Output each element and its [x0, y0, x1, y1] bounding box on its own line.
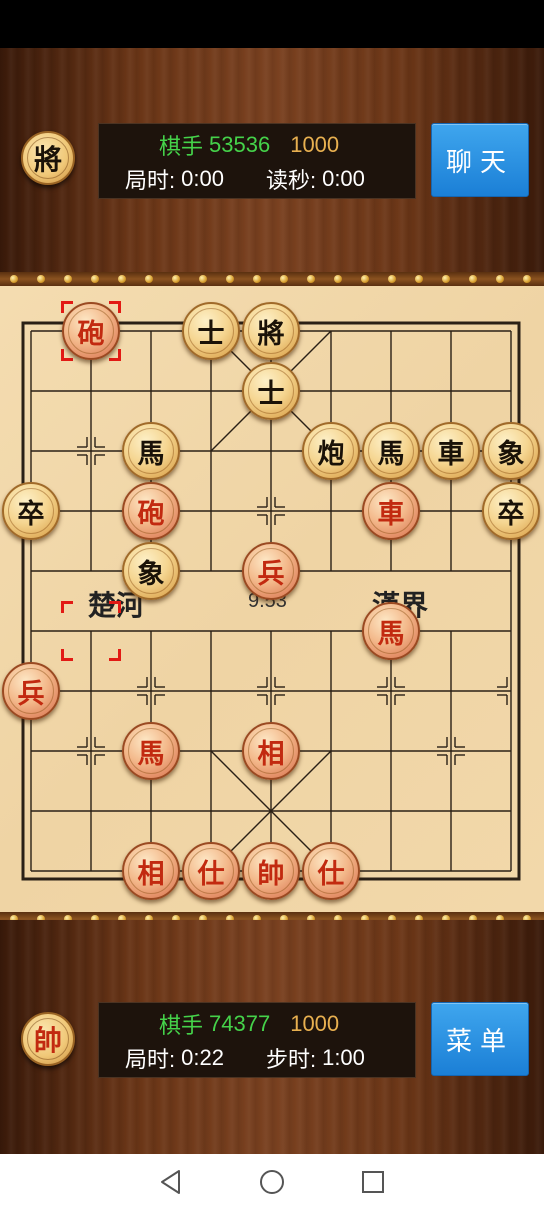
bottom-step-label: 步时:: [265, 1047, 317, 1072]
bottom-step-time: 1:00: [322, 1045, 365, 1070]
rail-stud: [91, 275, 99, 283]
bottom-game-time: 0:22: [181, 1045, 224, 1070]
rail-stud: [226, 275, 234, 283]
rail-stud: [172, 275, 180, 283]
piece-black[interactable]: 炮: [302, 422, 360, 480]
rail-stud: [496, 275, 504, 283]
bottom-player-name-label: 棋手: [159, 1013, 204, 1038]
rail-stud: [388, 275, 396, 283]
board-rail-top: [0, 272, 544, 286]
rail-stud: [118, 275, 126, 283]
piece-black[interactable]: 將: [242, 302, 300, 360]
top-player-panel: 將 棋手 53536 1000 局时: 0:00 读秒: 0:00 聊天: [0, 48, 544, 276]
rail-stud: [10, 275, 18, 283]
piece-red[interactable]: 仕: [302, 842, 360, 900]
top-player-name-row: 棋手 53536 1000: [99, 130, 415, 160]
top-second-time: 0:00: [322, 166, 365, 191]
rail-stud: [253, 275, 261, 283]
rail-stud: [145, 275, 153, 283]
piece-red[interactable]: 車: [362, 482, 420, 540]
piece-red[interactable]: 帥: [242, 842, 300, 900]
piece-red[interactable]: 馬: [122, 722, 180, 780]
bottom-game-time-label: 局时:: [125, 1047, 176, 1072]
piece-red[interactable]: 兵: [2, 662, 60, 720]
rail-stud: [442, 275, 450, 283]
piece-red[interactable]: 仕: [182, 842, 240, 900]
piece-black[interactable]: 象: [482, 422, 540, 480]
piece-red[interactable]: 馬: [362, 602, 420, 660]
piece-black[interactable]: 卒: [482, 482, 540, 540]
piece-black[interactable]: 象: [122, 542, 180, 600]
piece-black[interactable]: 士: [182, 302, 240, 360]
top-player-score: 1000: [290, 132, 340, 157]
rail-stud: [469, 275, 477, 283]
piece-red[interactable]: 兵: [242, 542, 300, 600]
bottom-player-id: 74377: [209, 1011, 271, 1036]
piece-black[interactable]: 馬: [122, 422, 180, 480]
top-player-avatar[interactable]: 將: [21, 131, 75, 185]
top-player-info: 棋手 53536 1000 局时: 0:00 读秒: 0:00: [98, 123, 416, 199]
rail-stud: [37, 275, 45, 283]
menu-button[interactable]: 菜单: [431, 1002, 529, 1076]
piece-red[interactable]: 砲: [62, 302, 120, 360]
rail-stud: [280, 275, 288, 283]
piece-black[interactable]: 士: [242, 362, 300, 420]
top-player-time-row: 局时: 0:00 读秒: 0:00: [99, 164, 415, 194]
bottom-player-name-row: 棋手 74377 1000: [99, 1009, 415, 1039]
piece-red[interactable]: 砲: [122, 482, 180, 540]
piece-red[interactable]: 相: [242, 722, 300, 780]
bottom-player-avatar[interactable]: 帥: [21, 1012, 75, 1066]
top-game-time-label: 局时:: [125, 168, 176, 193]
rail-stud: [523, 275, 531, 283]
navigation-bar: [0, 1154, 544, 1210]
recents-icon[interactable]: [353, 1162, 393, 1202]
top-player-id: 53536: [209, 132, 271, 157]
bottom-player-info: 棋手 74377 1000 局时: 0:22 步时: 1:00: [98, 1002, 416, 1078]
top-game-time: 0:00: [181, 166, 224, 191]
bottom-player-panel: 帥 棋手 74377 1000 局时: 0:22 步时: 1:00 菜单: [0, 920, 544, 1154]
home-icon[interactable]: [252, 1162, 292, 1202]
chess-board[interactable]: 楚河 9.53 漢界 砲士將士馬炮馬車象卒砲車卒象兵馬兵馬相相仕帥仕: [0, 286, 544, 912]
bottom-player-score: 1000: [290, 1011, 340, 1036]
top-player-name-label: 棋手: [159, 134, 204, 159]
rail-stud: [415, 275, 423, 283]
piece-red[interactable]: 相: [122, 842, 180, 900]
rail-stud: [307, 275, 315, 283]
piece-black[interactable]: 車: [422, 422, 480, 480]
rail-stud: [361, 275, 369, 283]
status-bar: [0, 0, 544, 48]
top-second-label: 读秒:: [265, 168, 317, 193]
chat-button[interactable]: 聊天: [431, 123, 529, 197]
back-icon[interactable]: [151, 1162, 191, 1202]
selection-marker: [61, 601, 121, 661]
rail-stud: [64, 275, 72, 283]
piece-black[interactable]: 卒: [2, 482, 60, 540]
piece-black[interactable]: 馬: [362, 422, 420, 480]
bottom-player-time-row: 局时: 0:22 步时: 1:00: [99, 1043, 415, 1073]
rail-stud: [334, 275, 342, 283]
rail-stud: [199, 275, 207, 283]
